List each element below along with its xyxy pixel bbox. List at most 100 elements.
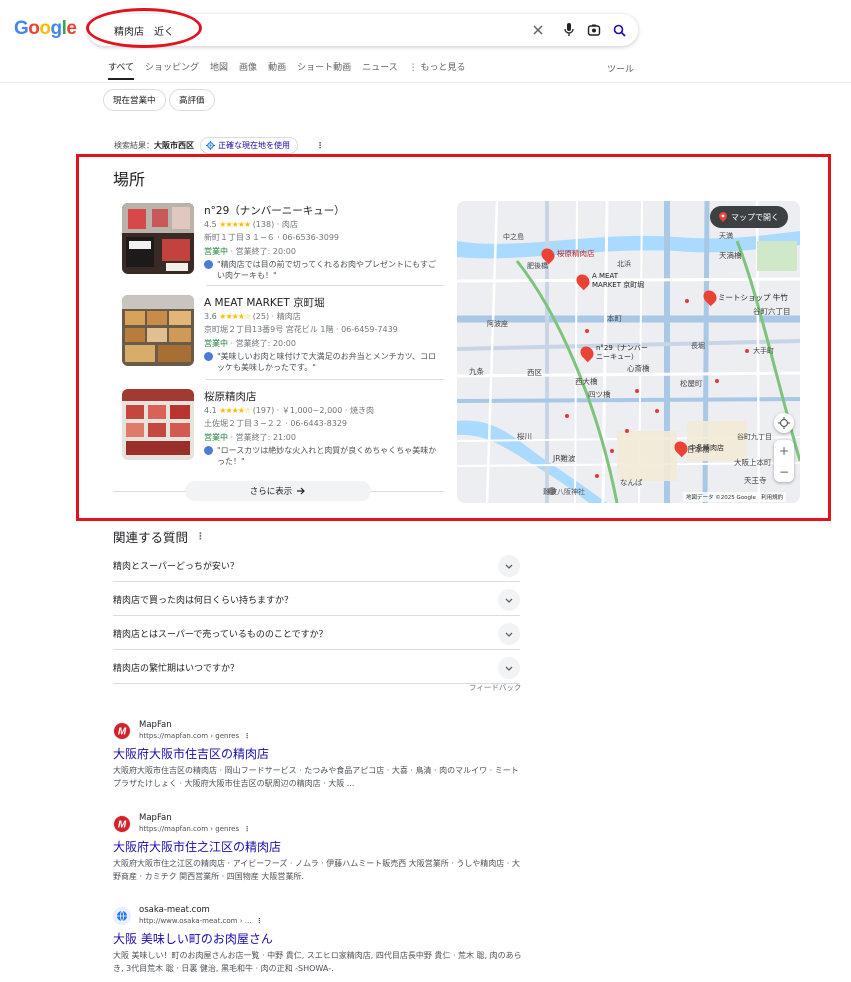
tab-images[interactable]: 画像 [239,60,257,80]
place-name: 桜原精肉店 [204,391,257,403]
result-title-link[interactable]: 大阪府大阪市住之江区の精肉店 [113,838,281,855]
map-area-label: 肥後橋 [527,262,548,270]
chip-top-rated[interactable]: 高評価 [169,89,215,111]
map-area-label: 阿波座 [487,320,508,328]
result-site-name: MapFan [139,720,172,730]
place-address: 京町堀２丁目13番9号 宮花ビル 1階 · 06-6459-7439 [204,325,398,334]
paa-heading: 関連する質問 ⋮ [113,530,206,545]
places-heading: 場所 [113,170,146,189]
search-icon[interactable] [610,21,628,39]
zoom-controls: + − [774,440,794,482]
paa-question[interactable]: 精肉店で買った肉は何日くらい持ちますか？ [113,582,520,616]
map-area-label: 四ツ橋 [588,390,611,399]
map-area-label: 大手町 [753,347,774,355]
search-input[interactable]: 精肉店 近く [114,23,174,38]
my-location-button[interactable] [774,413,794,433]
paa-question-text: 精肉店とはスーパーで売っているもののことですか？ [113,630,328,640]
tab-more[interactable]: ⋮ もっと見る [409,60,466,80]
place-photo-bento [122,295,194,366]
search-result: M MapFan https://mapfan.com › genres ⋮ 大… [113,720,533,800]
feedback-link[interactable]: フィードバック [469,682,521,693]
map-area-label: 谷町六丁目 [753,307,791,316]
result-site-name: MapFan [139,813,172,823]
place-divider [206,285,444,286]
terms-link[interactable]: 利用規約 [761,495,783,501]
result-snippet: 大阪府大阪市住之江区の精肉店 · アイビーフーズ · ノムラ · 伊藤ハムミート… [113,859,520,881]
tab-videos[interactable]: 動画 [268,60,286,80]
crosshair-icon [206,141,215,150]
paa-question[interactable]: 精肉店とはスーパーで売っているもののことですか？ [113,616,520,650]
map-area-label: なんば [620,478,643,487]
crosshair-icon [778,417,790,429]
chevron-down-icon[interactable] [498,657,520,679]
more-options-icon[interactable]: ⋮ [196,532,205,542]
map-area-label: 天王寺 [744,476,767,485]
paa-question[interactable]: 精肉とスーパーどっちが安い？ [113,548,520,582]
rating-stars-icon: ★★★★☆ [219,406,251,415]
place-address: 新町１丁目３１−６ · 06-6536-3099 [204,233,340,242]
map-area-label: 天満 [719,232,733,240]
place-hours: 営業中 · 営業終了: 20:00 [204,247,296,256]
map-panel[interactable]: 桜原精肉店 A MEAT MARKET 京町堀 n°29（ナンバー ニーキュー） ミ… [457,201,800,503]
tab-shopping[interactable]: ショッピング [145,60,199,80]
result-snippet: 大阪府大阪市住吉区の精肉店 · 岡山フードサービス · たつみや食品アピコ店 ·… [113,766,519,788]
zoom-in-button[interactable]: + [774,440,794,461]
place-rating: 4.1 ★★★★☆ (197) · ￥1,000~2,000 · 焼き肉 [204,406,374,415]
place-rating: 4.5 ★★★★★ (138) · 肉店 [204,220,298,229]
reviewer-avatar [204,446,213,455]
tab-maps[interactable]: 地図 [210,60,228,80]
search-result: M MapFan https://mapfan.com › genres ⋮ 大… [113,813,533,893]
close-icon[interactable] [529,21,547,39]
paa-question[interactable]: 精肉店の繁忙期はいつですか？ [113,650,520,684]
place-card-a-meat-market[interactable]: A MEAT MARKET 京町堀 3.6 ★★★★☆ (25) · 精肉店 京… [122,295,444,375]
tab-news[interactable]: ニュース [362,60,398,80]
chevron-down-icon[interactable] [498,623,520,645]
tools-button[interactable]: ツール [607,62,634,75]
search-result: osaka-meat.com http://www.osaka-meat.com… [113,905,533,980]
place-card-sakurahara[interactable]: 桜原精肉店 4.1 ★★★★☆ (197) · ￥1,000~2,000 · 焼… [122,389,444,469]
location-label: 検索結果： [114,141,154,150]
map-area-label: 松屋町 [680,379,703,388]
precise-location-button[interactable]: 正確な現在地を使用 [200,137,298,154]
chevron-down-icon[interactable] [498,589,520,611]
chevron-down-icon[interactable] [498,555,520,577]
place-address: 土佐堀２丁目３−２２ · 06-6443-8329 [204,419,348,428]
globe-favicon-icon [113,907,131,925]
camera-lens-icon[interactable] [585,21,603,39]
location-area: 大阪市西区 [154,141,194,150]
reviewer-avatar [204,260,213,269]
open-in-maps-button[interactable]: マップで開く [710,206,788,228]
chip-open-now[interactable]: 現在営業中 [103,89,166,111]
place-divider [206,379,444,380]
result-title-link[interactable]: 大阪 美味しい町のお肉屋さん [113,930,273,947]
search-tabs: すべて ショッピング 地図 画像 動画 ショート動画 ニュース ⋮ もっと見る [108,60,477,80]
result-url[interactable]: https://mapfan.com › genres ⋮ [139,825,251,833]
svg-text:M: M [118,727,127,738]
rating-stars-icon: ★★★★☆ [219,312,251,321]
google-logo[interactable]: Google [14,18,77,40]
rating-stars-icon: ★★★★★ [219,220,251,229]
more-options-icon[interactable]: ⋮ [316,141,324,150]
show-more-label: さらに表示 [249,487,293,497]
map-area-label: 心斎橋 [627,364,650,373]
place-card-n29[interactable]: n°29（ナンバーニーキュー） 4.5 ★★★★★ (138) · 肉店 新町１… [122,203,444,283]
mic-icon[interactable] [560,21,578,39]
place-name: n°29（ナンバーニーキュー） [204,205,345,217]
place-rating: 3.6 ★★★★☆ (25) · 精肉店 [204,312,301,321]
tab-short-videos[interactable]: ショート動画 [297,60,351,80]
result-title-link[interactable]: 大阪府大阪市住吉区の精肉店 [113,745,269,762]
zoom-out-button[interactable]: − [774,461,794,482]
map-area-label: 北浜 [617,260,631,268]
place-hours: 営業中 · 営業終了: 20:00 [204,339,296,348]
map-area-label: 長堀 [691,342,705,350]
result-url[interactable]: http://www.osaka-meat.com › ... ⋮ [139,917,263,925]
reviewer-avatar [204,352,213,361]
map-label: ミートショップ 牛竹 [718,293,788,302]
result-url[interactable]: https://mapfan.com › genres ⋮ [139,732,251,740]
tab-all[interactable]: すべて [108,60,135,80]
search-box[interactable]: 精肉店 近く [88,14,638,46]
map-area-label: 谷町九丁目 [737,433,772,441]
show-more-button[interactable]: さらに表示 [185,481,371,501]
place-review: "美味しいお肉と味付けで大満足のお弁当とメンチカツ、コロッケも美味しかったです。… [204,351,444,373]
mapfan-favicon-icon: M [113,722,131,740]
